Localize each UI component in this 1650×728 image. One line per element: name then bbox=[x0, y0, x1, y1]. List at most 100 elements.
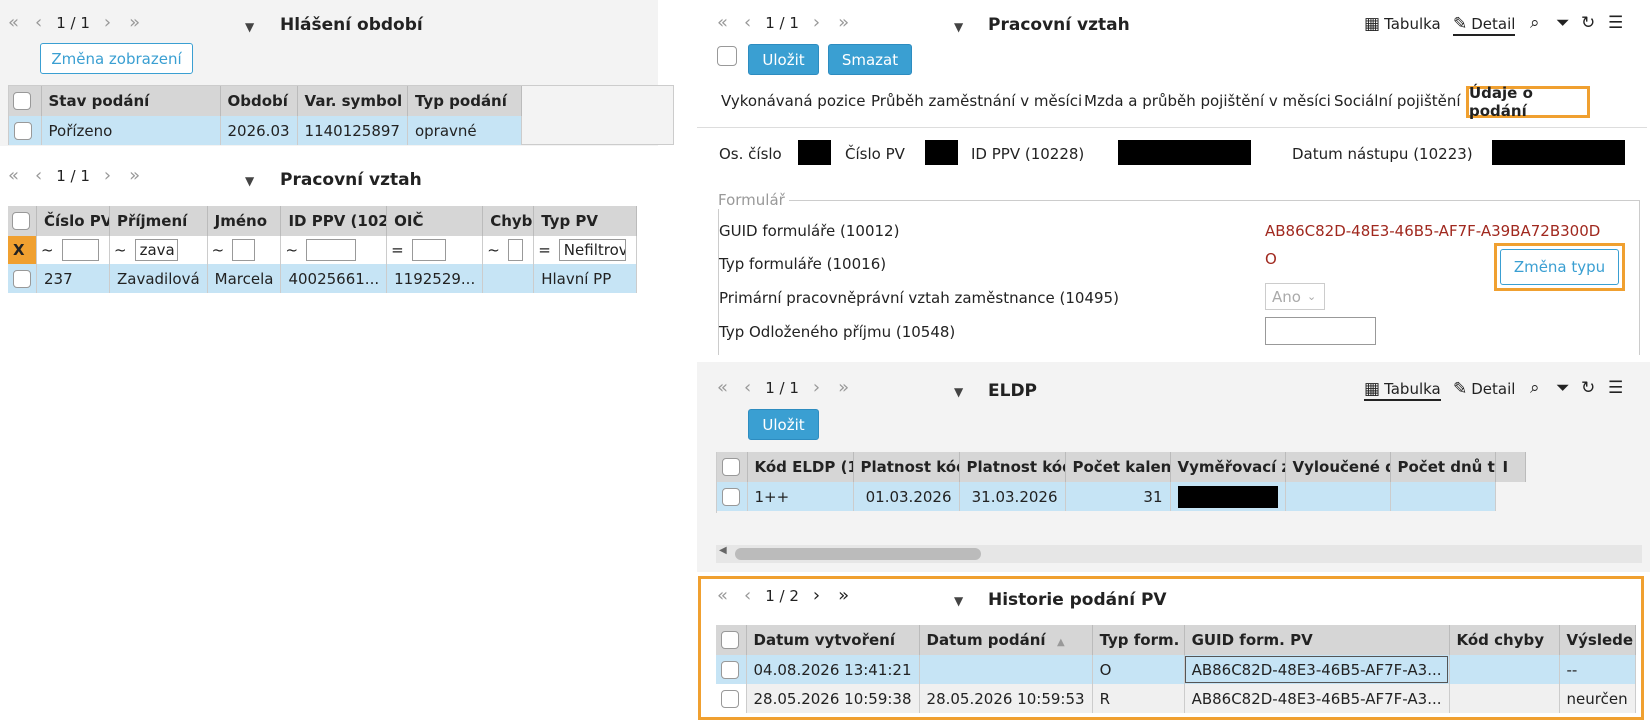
column-header[interactable]: ID PPV (102 bbox=[280, 206, 388, 236]
collapse-chevron-icon[interactable]: ▼ bbox=[245, 174, 254, 188]
tab-position[interactable]: Vykonávaná pozice bbox=[721, 92, 866, 110]
filter-icon[interactable]: ⏷ bbox=[1556, 378, 1570, 398]
last-page-icon[interactable]: » bbox=[838, 377, 849, 398]
next-page-icon[interactable]: › bbox=[104, 165, 111, 186]
filter-input[interactable] bbox=[411, 239, 446, 261]
scrollbar-thumb[interactable] bbox=[735, 548, 981, 560]
next-page-icon[interactable]: › bbox=[813, 12, 820, 33]
collapse-chevron-icon[interactable]: ▼ bbox=[954, 594, 963, 608]
row-checkbox[interactable] bbox=[722, 487, 740, 506]
eldp-save-button[interactable]: Uložit bbox=[748, 409, 819, 440]
first-page-icon[interactable]: « bbox=[8, 165, 19, 186]
clear-filter-button[interactable]: X bbox=[8, 236, 37, 264]
column-header[interactable]: Jméno bbox=[207, 206, 282, 236]
column-header[interactable]: Číslo PV bbox=[36, 206, 110, 236]
tab-wage[interactable]: Mzda a průběh pojištění v měsíci bbox=[1084, 92, 1331, 110]
column-header[interactable]: Vyloučené doby bbox=[1285, 452, 1391, 482]
first-page-icon[interactable]: « bbox=[717, 585, 728, 606]
change-view-button[interactable]: Změna zobrazení bbox=[40, 43, 193, 74]
column-header[interactable]: Typ PV bbox=[533, 206, 638, 236]
last-page-icon[interactable]: » bbox=[838, 12, 849, 33]
refresh-icon[interactable]: ↻ bbox=[1581, 13, 1595, 33]
filter-input[interactable] bbox=[507, 239, 523, 261]
select-all-checkbox[interactable] bbox=[13, 92, 31, 110]
table-row[interactable]: 04.08.2026 13:41:21 O AB86C82D-48E3-46B5-A… bbox=[716, 655, 1636, 684]
prev-page-icon[interactable]: ‹ bbox=[35, 165, 42, 186]
table-row[interactable]: Pořízeno 2026.03 1140125897 opravné bbox=[9, 116, 522, 145]
filter-input[interactable] bbox=[61, 239, 99, 261]
row-checkbox[interactable] bbox=[721, 660, 739, 679]
select-all-checkbox[interactable] bbox=[722, 458, 740, 476]
change-type-button[interactable]: Změna typu bbox=[1500, 249, 1619, 285]
filter-input[interactable]: zava bbox=[134, 239, 178, 261]
select-all-checkbox[interactable] bbox=[721, 631, 739, 649]
filter-operator[interactable]: ~ bbox=[41, 241, 54, 259]
search-icon[interactable]: ⌕ bbox=[1530, 13, 1540, 33]
prev-page-icon[interactable]: ‹ bbox=[744, 585, 751, 606]
deferred-income-input[interactable] bbox=[1265, 317, 1376, 345]
first-page-icon[interactable]: « bbox=[717, 12, 728, 33]
last-page-icon[interactable]: » bbox=[838, 585, 849, 606]
filter-input[interactable] bbox=[306, 239, 357, 261]
tab-employment[interactable]: Průběh zaměstnání v měsíci bbox=[871, 92, 1082, 110]
collapse-chevron-icon[interactable]: ▼ bbox=[954, 385, 963, 399]
tab-submission[interactable]: Údaje o podání bbox=[1466, 84, 1590, 120]
column-header[interactable]: Typ podání bbox=[407, 86, 522, 116]
filter-operator[interactable]: = bbox=[538, 241, 551, 259]
table-view-toggle[interactable]: ▦ Tabulka bbox=[1364, 379, 1441, 401]
filter-input[interactable] bbox=[232, 239, 256, 261]
filter-operator[interactable]: ~ bbox=[212, 241, 225, 259]
column-header[interactable]: Kód ELDP (1024 bbox=[747, 452, 854, 482]
menu-icon[interactable]: ☰ bbox=[1608, 378, 1623, 398]
scroll-left-icon[interactable]: ◀ bbox=[719, 545, 727, 556]
column-header[interactable]: Výslede bbox=[1559, 625, 1636, 655]
row-checkbox[interactable] bbox=[13, 269, 31, 288]
column-header[interactable]: Platnost kódu od bbox=[853, 452, 960, 482]
row-checkbox[interactable] bbox=[721, 689, 739, 708]
column-header[interactable]: Stav podání bbox=[41, 86, 221, 116]
table-row[interactable]: 28.05.2026 10:59:38 28.05.2026 10:59:53 R A… bbox=[716, 684, 1636, 713]
column-header[interactable]: I bbox=[1495, 452, 1526, 482]
next-page-icon[interactable]: › bbox=[813, 585, 820, 606]
last-page-icon[interactable]: » bbox=[129, 165, 140, 186]
detail-view-toggle[interactable]: ✎ Detail bbox=[1453, 14, 1516, 36]
next-page-icon[interactable]: › bbox=[813, 377, 820, 398]
save-button[interactable]: Uložit bbox=[748, 44, 819, 75]
filter-operator[interactable]: = bbox=[391, 241, 404, 259]
filter-input[interactable]: Nefiltrovat bbox=[558, 239, 626, 261]
column-header[interactable]: Datum vytvoření bbox=[746, 625, 920, 655]
next-page-icon[interactable]: › bbox=[104, 12, 111, 33]
refresh-icon[interactable]: ↻ bbox=[1581, 378, 1595, 398]
column-header[interactable]: Datum podání ▲ bbox=[919, 625, 1093, 655]
collapse-chevron-icon[interactable]: ▼ bbox=[245, 20, 254, 34]
prev-page-icon[interactable]: ‹ bbox=[35, 12, 42, 33]
record-checkbox[interactable] bbox=[717, 46, 737, 66]
prev-page-icon[interactable]: ‹ bbox=[744, 377, 751, 398]
row-checkbox[interactable] bbox=[14, 121, 32, 140]
column-header[interactable]: Kód chyby bbox=[1449, 625, 1560, 655]
filter-operator[interactable]: ~ bbox=[487, 241, 500, 259]
table-row[interactable]: 1++ 01.03.2026 31.03.2026 31 bbox=[717, 482, 1525, 511]
collapse-chevron-icon[interactable]: ▼ bbox=[954, 20, 963, 34]
filter-operator[interactable]: ~ bbox=[114, 241, 127, 259]
column-header[interactable]: Typ form. PV bbox=[1092, 625, 1185, 655]
search-icon[interactable]: ⌕ bbox=[1530, 378, 1540, 398]
column-header[interactable]: Období bbox=[220, 86, 298, 116]
tab-social[interactable]: Sociální pojištění bbox=[1334, 92, 1461, 110]
table-row[interactable]: 237 Zavadilová Marcela 40025661... 1192529..… bbox=[8, 264, 638, 293]
delete-button[interactable]: Smazat bbox=[828, 44, 912, 75]
column-header[interactable]: Počet kalendářní bbox=[1065, 452, 1171, 482]
column-header[interactable]: Var. symbol bbox=[297, 86, 408, 116]
column-header[interactable]: Platnost kódu do bbox=[959, 452, 1066, 482]
select-all-checkbox[interactable] bbox=[12, 212, 30, 230]
filter-operator[interactable]: ~ bbox=[285, 241, 298, 259]
column-header[interactable]: OIČ bbox=[386, 206, 484, 236]
first-page-icon[interactable]: « bbox=[8, 12, 19, 33]
first-page-icon[interactable]: « bbox=[717, 377, 728, 398]
column-header[interactable]: Chyba bbox=[482, 206, 535, 236]
menu-icon[interactable]: ☰ bbox=[1608, 13, 1623, 33]
table-view-toggle[interactable]: ▦ Tabulka bbox=[1364, 14, 1441, 34]
last-page-icon[interactable]: » bbox=[129, 12, 140, 33]
column-header[interactable]: Vyměřovací zákl bbox=[1170, 452, 1286, 482]
detail-view-toggle[interactable]: ✎ Detail bbox=[1453, 379, 1515, 399]
